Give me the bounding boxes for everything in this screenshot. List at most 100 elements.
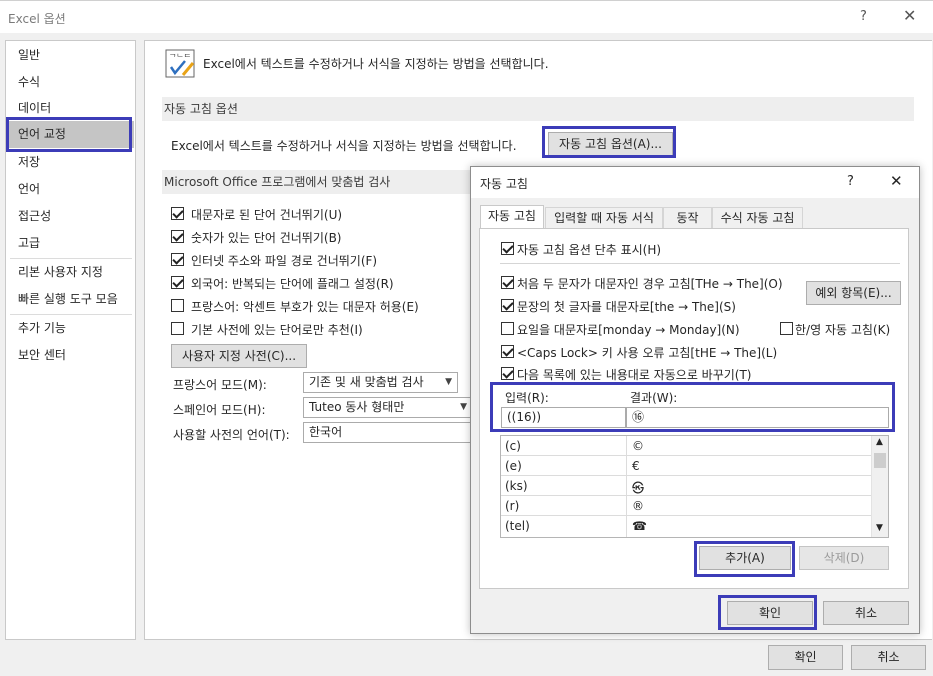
show-buttons-checkbox[interactable] <box>501 242 514 255</box>
spanish-mode-value: Tuteo 동사 형태만 <box>309 400 405 414</box>
autocorrect-section-header: 자동 고침 옵션 <box>162 97 914 121</box>
sidebar-item-formulas[interactable]: 수식 <box>7 69 134 96</box>
tab-autocorrect[interactable]: 자동 고침 <box>480 205 544 228</box>
tab-actions[interactable]: 동작 <box>663 207 712 228</box>
flag-repeated-checkbox[interactable] <box>171 276 184 289</box>
list-item[interactable]: (tel) ☎ <box>501 516 871 536</box>
dialog-title: 자동 고침 <box>480 177 528 191</box>
main-dictionary-only-checkbox[interactable] <box>171 322 184 335</box>
ignore-internet-checkbox[interactable] <box>171 253 184 266</box>
entry-with: ㉿ <box>632 481 645 495</box>
sidebar-item-customize-ribbon[interactable]: 리본 사용자 지정 <box>7 259 134 286</box>
caps-lock-label: <Caps Lock> 키 사용 오류 고침[tHE → The](L) <box>517 346 778 360</box>
close-icon[interactable]: ✕ <box>903 6 916 25</box>
help-icon[interactable]: ? <box>860 9 867 24</box>
chevron-down-icon[interactable]: ▼ <box>876 523 883 533</box>
entry-with: ® <box>632 499 644 513</box>
entry-replace: (tel) <box>505 519 530 533</box>
scrollbar-thumb[interactable] <box>874 453 886 468</box>
french-mode-value: 기존 및 새 맞춤법 검사 <box>309 375 424 389</box>
proofing-heading: Excel에서 텍스트를 수정하거나 서식을 지정하는 방법을 선택합니다. <box>203 57 549 71</box>
proofing-icon: ᄀᄂᄃ <box>165 49 195 78</box>
capitalize-days-label: 요일을 대문자로[monday → Monday](N) <box>517 323 740 337</box>
dictionary-language-select[interactable]: 한국어 <box>303 422 473 443</box>
replace-input-value: ((16)) <box>507 410 541 424</box>
sidebar-item-trust-center[interactable]: 보안 센터 <box>7 342 134 369</box>
with-input-value: ⑯ <box>632 410 645 424</box>
divider <box>500 263 900 264</box>
close-icon[interactable]: ✕ <box>890 172 903 190</box>
sidebar-item-add-ins[interactable]: 추가 기능 <box>7 315 134 342</box>
with-label: 결과(W): <box>630 391 678 405</box>
exceptions-button[interactable]: 예외 항목(E)... <box>806 281 901 305</box>
autocorrect-dialog: 자동 고침 ? ✕ 자동 고침 입력할 때 자동 서식 동작 수식 자동 고침 … <box>470 166 920 634</box>
sidebar-item-general[interactable]: 일반 <box>7 42 134 69</box>
ignore-numbers-checkbox[interactable] <box>171 230 184 243</box>
main-dictionary-only-label: 기본 사전에 있는 단어로만 추천(I) <box>191 323 363 337</box>
replace-input[interactable]: ((16)) <box>501 407 626 428</box>
hangul-english-label: 한/영 자동 고침(K) <box>795 323 891 337</box>
french-accent-checkbox[interactable] <box>171 299 184 312</box>
autocorrect-description: Excel에서 텍스트를 수정하거나 서식을 지정하는 방법을 선택합니다. <box>171 139 517 153</box>
sidebar-item-save[interactable]: 저장 <box>7 149 134 176</box>
dialog-ok-button[interactable]: 확인 <box>727 601 813 625</box>
chevron-up-icon[interactable]: ▲ <box>876 437 883 447</box>
chevron-down-icon: ▼ <box>445 377 452 387</box>
entry-with: ☎ <box>632 519 647 533</box>
entry-replace: (e) <box>505 459 522 473</box>
capitalize-sentence-label: 문장의 첫 글자를 대문자로[the → The](S) <box>517 300 736 314</box>
autocorrect-entries-list[interactable]: (c) © (e) € (ks) ㉿ (r) ® (tel) ☎ ▲ ▼ <box>500 435 889 538</box>
ignore-numbers-label: 숫자가 있는 단어 건너뛰기(B) <box>191 231 342 245</box>
replace-text-label: 다음 목록에 있는 내용대로 자동으로 바꾸기(T) <box>517 368 752 382</box>
sidebar-item-data[interactable]: 데이터 <box>7 95 134 122</box>
svg-text:ᄀᄂᄃ: ᄀᄂᄃ <box>169 53 191 62</box>
caps-lock-checkbox[interactable] <box>501 345 514 358</box>
capitalize-days-checkbox[interactable] <box>501 322 514 335</box>
sidebar-item-quick-access-toolbar[interactable]: 빠른 실행 도구 모음 <box>7 286 134 313</box>
with-input[interactable]: ⑯ <box>626 407 889 428</box>
french-mode-label: 프랑스어 모드(M): <box>173 378 267 392</box>
column-divider <box>626 436 627 537</box>
list-item[interactable]: (c) © <box>501 436 871 456</box>
sidebar-item-language[interactable]: 언어 <box>7 176 134 203</box>
window-title: Excel 옵션 <box>8 12 66 26</box>
replace-text-checkbox[interactable] <box>501 367 514 380</box>
tab-autoformat-as-you-type[interactable]: 입력할 때 자동 서식 <box>545 207 663 228</box>
ignore-internet-label: 인터넷 주소와 파일 경로 건너뛰기(F) <box>191 254 378 268</box>
delete-entry-button[interactable]: 삭제(D) <box>799 546 889 570</box>
french-accent-label: 프랑스어: 악센트 부호가 있는 대문자 허용(E) <box>191 300 419 314</box>
entry-with: € <box>632 459 640 473</box>
flag-repeated-label: 외국어: 반복되는 단어에 플래그 설정(R) <box>191 277 394 291</box>
spanish-mode-select[interactable]: Tuteo 동사 형태만 ▼ <box>303 397 473 418</box>
autocorrect-options-button[interactable]: 자동 고침 옵션(A)... <box>548 132 673 156</box>
chevron-down-icon: ▼ <box>460 402 467 412</box>
options-ok-button[interactable]: 확인 <box>768 645 843 670</box>
sidebar-item-proofing[interactable]: 언어 교정 <box>7 121 134 148</box>
list-item[interactable]: (ks) ㉿ <box>501 476 871 496</box>
capitalize-sentence-checkbox[interactable] <box>501 299 514 312</box>
tab-math-autocorrect[interactable]: 수식 자동 고침 <box>712 207 803 228</box>
two-initial-caps-label: 처음 두 문자가 대문자인 경우 고침[THe → The](O) <box>517 277 783 291</box>
hangul-english-checkbox[interactable] <box>780 322 793 335</box>
french-mode-select[interactable]: 기존 및 새 맞춤법 검사 ▼ <box>303 372 458 393</box>
list-item[interactable]: (e) € <box>501 456 871 476</box>
ignore-uppercase-label: 대문자로 된 단어 건너뛰기(U) <box>191 208 343 222</box>
ignore-uppercase-checkbox[interactable] <box>171 207 184 220</box>
dictionary-language-label: 사용할 사전의 언어(T): <box>173 428 290 442</box>
sidebar-item-advanced[interactable]: 고급 <box>7 230 134 257</box>
list-scrollbar[interactable]: ▲ ▼ <box>871 436 888 537</box>
custom-dictionaries-button[interactable]: 사용자 지정 사전(C)... <box>171 344 307 368</box>
options-cancel-button[interactable]: 취소 <box>851 645 926 670</box>
help-icon[interactable]: ? <box>847 174 854 189</box>
dialog-cancel-button[interactable]: 취소 <box>823 601 909 625</box>
window-title-bar: Excel 옵션 ? ✕ <box>0 0 933 33</box>
add-entry-button[interactable]: 추가(A) <box>699 546 791 570</box>
replace-label: 입력(R): <box>505 391 549 405</box>
show-buttons-label: 자동 고침 옵션 단추 표시(H) <box>517 243 662 257</box>
entry-replace: (c) <box>505 439 521 453</box>
sidebar-item-accessibility[interactable]: 접근성 <box>7 203 134 230</box>
options-sidebar: 일반 수식 데이터 언어 교정 저장 언어 접근성 고급 리본 사용자 지정 빠… <box>5 40 136 640</box>
two-initial-caps-checkbox[interactable] <box>501 276 514 289</box>
entry-replace: (ks) <box>505 479 528 493</box>
list-item[interactable]: (r) ® <box>501 496 871 516</box>
